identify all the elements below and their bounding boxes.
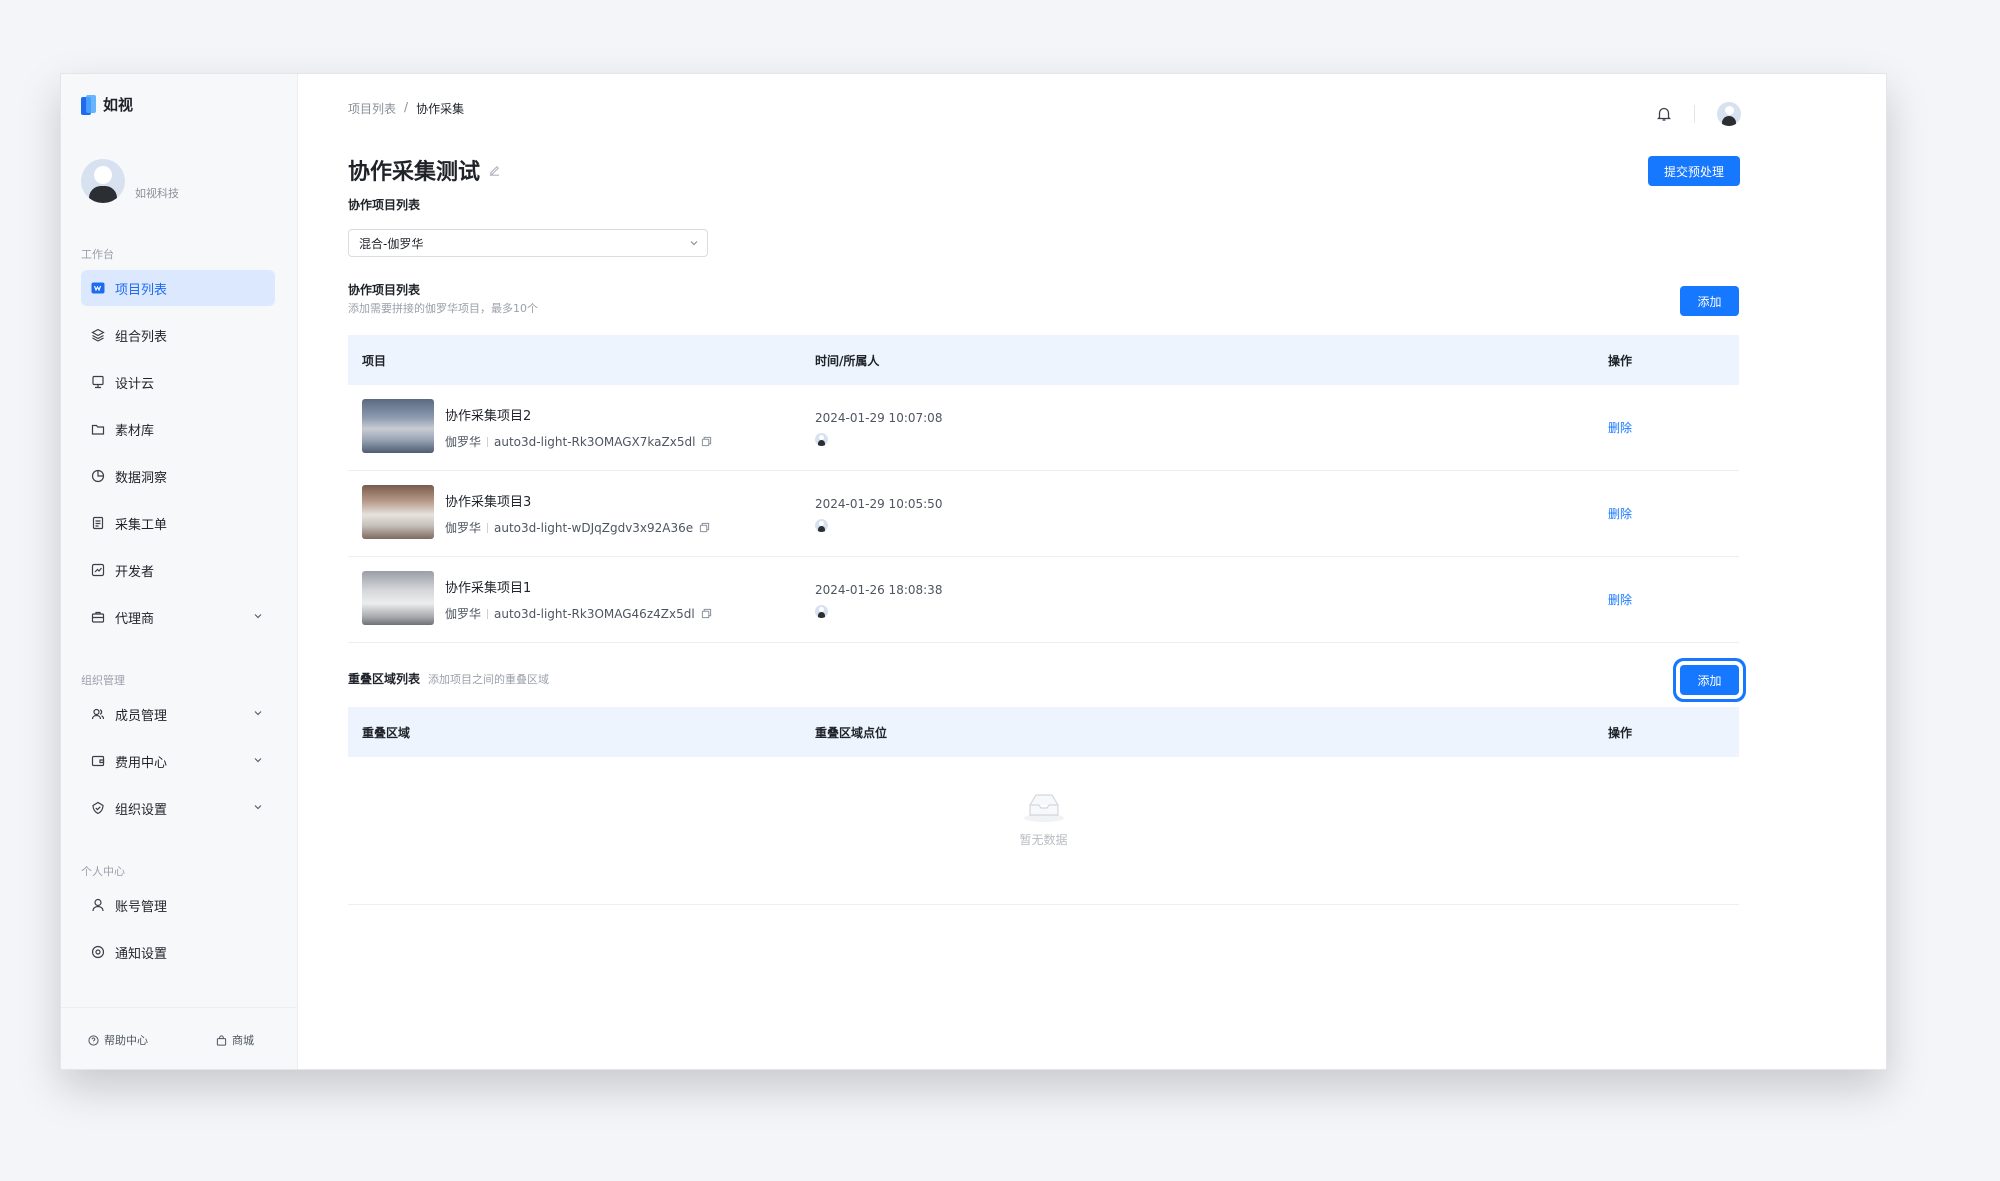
column-action: 操作 bbox=[1608, 353, 1633, 368]
copy-icon[interactable] bbox=[701, 436, 712, 447]
owner-avatar bbox=[815, 433, 828, 446]
column-time-owner: 时间/所属人 bbox=[815, 353, 880, 368]
user-avatar[interactable] bbox=[1717, 102, 1741, 126]
owner-avatar bbox=[815, 605, 828, 618]
column-overlap-points: 重叠区域点位 bbox=[815, 725, 888, 740]
breadcrumb-current: 协作采集 bbox=[416, 102, 465, 116]
table-header: 重叠区域 重叠区域点位 操作 bbox=[348, 707, 1739, 757]
add-overlap-button[interactable]: 添加 bbox=[1680, 665, 1739, 695]
edit-icon[interactable] bbox=[488, 164, 501, 177]
main-content: 项目列表 / 协作采集 协作采集测试 提交预处理 协作项目列表 混合-伽罗华 协… bbox=[61, 74, 1886, 1069]
empty-text: 暂无数据 bbox=[1019, 833, 1068, 847]
breadcrumb: 项目列表 / 协作采集 bbox=[348, 100, 464, 117]
project-meta: 伽罗华 auto3d-light-wDJqZgdv3x92A36e bbox=[445, 519, 710, 536]
overlap-table: 重叠区域 重叠区域点位 操作 bbox=[348, 707, 1739, 757]
breadcrumb-item-project-list[interactable]: 项目列表 bbox=[348, 100, 396, 117]
delete-link[interactable]: 删除 bbox=[1608, 591, 1632, 608]
project-meta: 伽罗华 auto3d-light-Rk3OMAGX7kaZx5dl bbox=[445, 433, 712, 450]
empty-state: 暂无数据 bbox=[348, 757, 1739, 905]
select-value: 混合-伽罗华 bbox=[359, 236, 424, 251]
overlap-hint: 添加项目之间的重叠区域 bbox=[428, 673, 550, 686]
project-meta: 伽罗华 auto3d-light-Rk3OMAG46z4Zx5dl bbox=[445, 605, 712, 622]
meta-divider bbox=[487, 436, 489, 447]
project-name[interactable]: 协作采集项目1 bbox=[445, 577, 531, 596]
project-time: 2024-01-29 10:07:08 bbox=[815, 411, 943, 425]
copy-icon[interactable] bbox=[699, 522, 710, 533]
chevron-down-icon bbox=[690, 241, 698, 246]
project-code: auto3d-light-Rk3OMAGX7kaZx5dl bbox=[494, 434, 696, 449]
table-header: 项目 时间/所属人 操作 bbox=[348, 335, 1739, 385]
project-time: 2024-01-29 10:05:50 bbox=[815, 497, 943, 511]
column-action: 操作 bbox=[1608, 725, 1633, 740]
top-toolbar bbox=[1656, 102, 1741, 126]
submit-preprocess-button[interactable]: 提交预处理 bbox=[1648, 156, 1740, 186]
delete-link[interactable]: 删除 bbox=[1608, 505, 1632, 522]
overlap-header: 重叠区域列表 添加项目之间的重叠区域 bbox=[348, 670, 549, 687]
project-code: auto3d-light-wDJqZgdv3x92A36e bbox=[494, 520, 694, 535]
project-device: 伽罗华 bbox=[445, 435, 482, 449]
meta-divider bbox=[487, 608, 489, 619]
page-title-text: 协作采集测试 bbox=[348, 160, 481, 185]
column-project: 项目 bbox=[362, 353, 387, 368]
project-code: auto3d-light-Rk3OMAG46z4Zx5dl bbox=[494, 606, 695, 621]
overlap-title: 重叠区域列表 bbox=[348, 672, 421, 686]
delete-link[interactable]: 删除 bbox=[1608, 419, 1632, 436]
project-device: 伽罗华 bbox=[445, 607, 482, 621]
bell-icon[interactable] bbox=[1656, 106, 1672, 122]
project-name[interactable]: 协作采集项目2 bbox=[445, 405, 531, 424]
project-device: 伽罗华 bbox=[445, 521, 482, 535]
copy-icon[interactable] bbox=[701, 608, 712, 619]
collab-list-hint: 添加需要拼接的伽罗华项目，最多10个 bbox=[348, 302, 538, 315]
select-label: 协作项目列表 bbox=[348, 198, 421, 212]
empty-inbox-icon bbox=[1023, 794, 1064, 822]
app-window: 如视 如视科技 工作台 项目列表 组合列表 设计云 素材库 数据洞察 采集工单 … bbox=[60, 73, 1887, 1070]
project-name[interactable]: 协作采集项目3 bbox=[445, 491, 531, 510]
table-row: 协作采集项目1 伽罗华 auto3d-light-Rk3OMAG46z4Zx5d… bbox=[348, 557, 1739, 643]
breadcrumb-separator: / bbox=[404, 100, 409, 114]
project-time: 2024-01-26 18:08:38 bbox=[815, 583, 943, 597]
meta-divider bbox=[487, 522, 489, 533]
add-project-button[interactable]: 添加 bbox=[1680, 286, 1739, 316]
collab-project-table: 项目 时间/所属人 操作 协作采集项目2 伽罗华 auto3d-light-Rk… bbox=[348, 335, 1739, 643]
table-row: 协作采集项目2 伽罗华 auto3d-light-Rk3OMAGX7kaZx5d… bbox=[348, 385, 1739, 471]
table-row: 协作采集项目3 伽罗华 auto3d-light-wDJqZgdv3x92A36… bbox=[348, 471, 1739, 557]
project-type-select[interactable]: 混合-伽罗华 bbox=[348, 229, 708, 257]
page-title: 协作采集测试 bbox=[348, 154, 501, 186]
project-thumbnail[interactable] bbox=[362, 571, 434, 625]
collab-list-title: 协作项目列表 bbox=[348, 283, 421, 297]
project-thumbnail[interactable] bbox=[362, 485, 434, 539]
owner-avatar bbox=[815, 519, 828, 532]
toolbar-divider bbox=[1694, 105, 1695, 123]
project-thumbnail[interactable] bbox=[362, 399, 434, 453]
column-overlap-area: 重叠区域 bbox=[362, 725, 411, 740]
